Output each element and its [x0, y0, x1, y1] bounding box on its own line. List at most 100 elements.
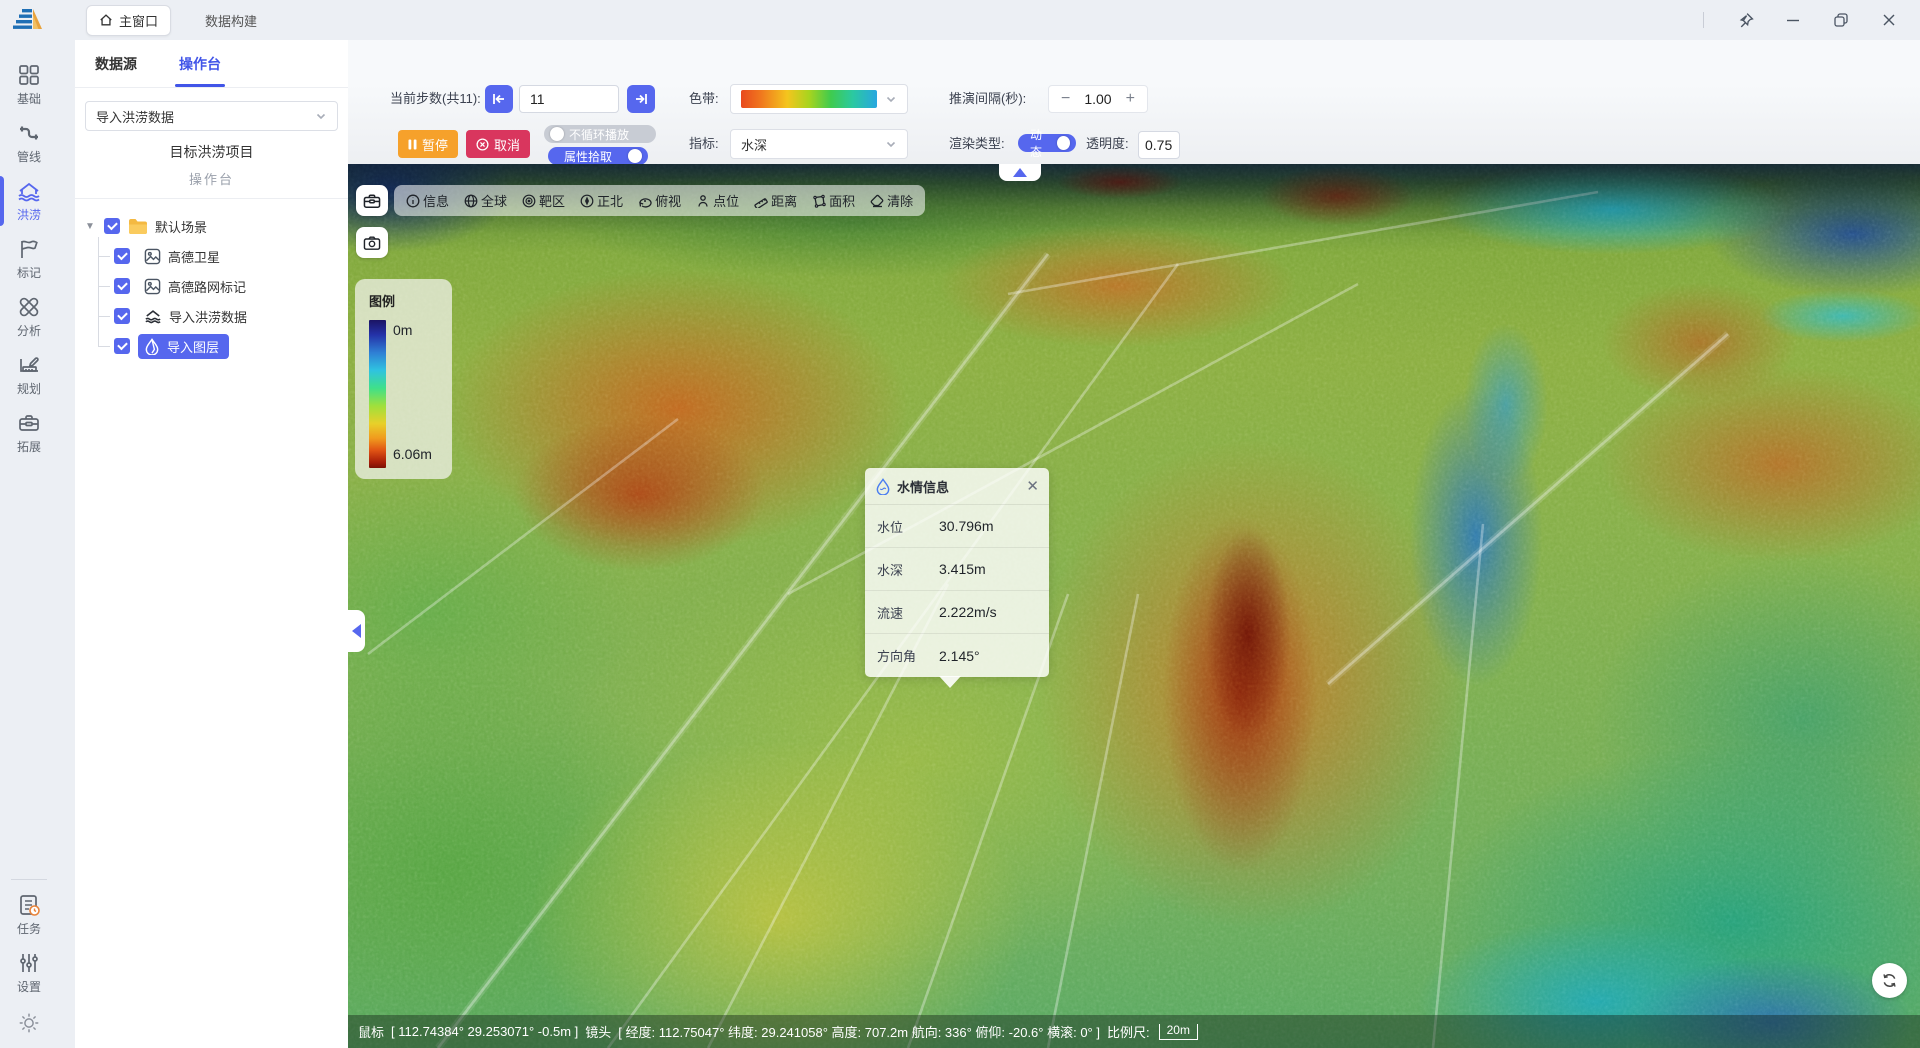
screenshot-button[interactable]	[356, 227, 388, 258]
render-type-toggle[interactable]: 动态	[1018, 134, 1076, 152]
camera-icon	[363, 235, 381, 251]
sidebar-item-extension[interactable]: 拓展	[0, 404, 58, 462]
camera-value: [ 经度: 112.75047° 纬度: 29.241058° 高度: 707.…	[618, 1022, 1100, 1041]
tab-main-window-label: 主窗口	[119, 11, 158, 30]
water-info-popup: 水情信息 ✕ 水位 30.796m 水深 3.415m 流速 2.222m/s …	[865, 468, 1049, 677]
restore-icon[interactable]	[1832, 11, 1850, 29]
tree-row-import-layer[interactable]: 导入图层	[107, 333, 348, 359]
step-first-icon	[492, 93, 506, 105]
gear-icon[interactable]	[18, 1012, 40, 1034]
sidebar-item-basic[interactable]: 基础	[0, 56, 58, 114]
tab-main-window[interactable]: 主窗口	[86, 5, 171, 36]
refresh-button[interactable]	[1872, 963, 1907, 998]
minus-icon[interactable]: −	[1061, 91, 1070, 107]
panel-tabs: 数据源 操作台	[75, 40, 348, 88]
clear-icon	[870, 194, 884, 208]
tool-overhead-view[interactable]: 俯视	[638, 191, 681, 210]
sidebar-item-label: 标记	[17, 264, 41, 281]
popup-row-value: 2.145°	[939, 648, 980, 664]
attribute-pick-toggle[interactable]: 属性拾取	[548, 147, 648, 165]
caret-down-icon[interactable]: ▼	[83, 221, 97, 232]
sidebar-item-label: 任务	[17, 920, 41, 937]
mouse-coords-value: [ 112.74384° 29.253071° -0.5m ]	[391, 1024, 578, 1039]
map-viewport[interactable]: 信息 全球 靶区 正北 俯视 点位	[348, 164, 1920, 1048]
tool-point[interactable]: 点位	[696, 191, 739, 210]
tree-row-satellite[interactable]: 高德卫星	[107, 243, 348, 269]
chevron-up-icon	[1013, 168, 1027, 177]
map-toolbox-button[interactable]	[356, 185, 388, 216]
sidebar-item-planning[interactable]: 规划	[0, 346, 58, 404]
tab-data-source[interactable]: 数据源	[95, 41, 137, 87]
pause-button[interactable]: 暂停	[398, 130, 458, 158]
tool-target-area[interactable]: 靶区	[522, 191, 565, 210]
tool-area[interactable]: 面积	[812, 191, 855, 210]
sidebar-item-flood[interactable]: 洪涝	[0, 172, 58, 230]
sidebar-item-label: 规划	[17, 380, 41, 397]
tree-root-label: 默认场景	[155, 217, 207, 236]
chevron-down-icon	[315, 110, 327, 122]
tool-globe[interactable]: 全球	[464, 191, 507, 210]
tool-north[interactable]: 正北	[580, 191, 623, 210]
popup-row-label: 水位	[877, 517, 939, 536]
sidebar-item-settings[interactable]: 设置	[0, 944, 58, 1002]
popup-row-water-depth: 水深 3.415m	[865, 548, 1049, 591]
step-first-button[interactable]	[485, 85, 513, 113]
app-window: 主窗口 数据构建 基础 管线	[0, 0, 1920, 1048]
interval-stepper[interactable]: − 1.00 +	[1048, 85, 1148, 113]
checkbox-root[interactable]	[104, 218, 120, 234]
dataset-select[interactable]: 导入洪涝数据	[85, 101, 338, 131]
water-layer-icon	[144, 338, 160, 355]
sidebar-item-label: 洪涝	[17, 206, 41, 223]
legend-panel: 图例 0m 6.06m	[355, 279, 452, 479]
sidebar-item-pipeline[interactable]: 管线	[0, 114, 58, 172]
step-input[interactable]	[519, 85, 619, 113]
close-icon[interactable]	[1880, 11, 1898, 29]
opacity-input[interactable]	[1138, 131, 1180, 159]
grid-icon	[17, 63, 41, 87]
pin-icon[interactable]	[1736, 11, 1754, 29]
collapse-toolbar-handle[interactable]	[999, 164, 1041, 181]
loop-toggle[interactable]: 不循环播放	[544, 125, 656, 143]
sidebar-item-analysis[interactable]: 分析	[0, 288, 58, 346]
indicator-select[interactable]: 水深	[730, 129, 908, 159]
tree-row-roadnet[interactable]: 高德路网标记	[107, 273, 348, 299]
interval-label: 推演间隔(秒):	[949, 84, 1026, 114]
checkbox-roadnet[interactable]	[114, 278, 130, 294]
tool-clear[interactable]: 清除	[870, 191, 913, 210]
folder-icon	[128, 218, 148, 235]
popup-title: 水情信息	[897, 477, 949, 496]
checkbox-flood-data[interactable]	[114, 308, 130, 324]
cancel-button[interactable]: 取消	[466, 130, 530, 158]
tab-console[interactable]: 操作台	[179, 41, 221, 87]
plus-icon[interactable]: +	[1126, 91, 1135, 107]
tab-data-build[interactable]: 数据构建	[193, 6, 269, 35]
collapse-panel-handle[interactable]	[348, 610, 365, 652]
tree-row-flood-data[interactable]: 导入洪涝数据	[107, 303, 348, 329]
minimize-icon[interactable]	[1784, 11, 1802, 29]
popup-row-label: 流速	[877, 603, 939, 622]
checkbox-satellite[interactable]	[114, 248, 130, 264]
sidebar-item-tasks[interactable]: 任务	[0, 886, 58, 944]
tool-label: 信息	[423, 191, 449, 210]
mouse-coords-label: 鼠标	[358, 1022, 384, 1041]
checkbox-import-layer[interactable]	[114, 338, 130, 354]
indicator-value: 水深	[741, 135, 767, 154]
flag-icon	[17, 237, 41, 261]
tree-label: 导入洪涝数据	[169, 307, 247, 326]
tool-info[interactable]: 信息	[406, 191, 449, 210]
tool-distance[interactable]: 距离	[754, 191, 797, 210]
sidebar-item-label: 分析	[17, 322, 41, 339]
tab-console-label: 操作台	[179, 56, 221, 72]
tree-root-row[interactable]: ▼ 默认场景	[83, 213, 348, 239]
tab-data-source-label: 数据源	[95, 56, 137, 72]
indicator-label: 指标:	[689, 129, 719, 159]
tree-selected-chip[interactable]: 导入图层	[138, 334, 229, 359]
flood-icon	[16, 179, 42, 203]
close-icon[interactable]: ✕	[1026, 477, 1039, 495]
colorband-select[interactable]	[730, 84, 908, 114]
info-icon	[406, 194, 420, 208]
dataset-select-value: 导入洪涝数据	[96, 107, 174, 126]
step-last-button[interactable]	[627, 85, 655, 113]
planning-icon	[17, 353, 41, 377]
sidebar-item-marker[interactable]: 标记	[0, 230, 58, 288]
